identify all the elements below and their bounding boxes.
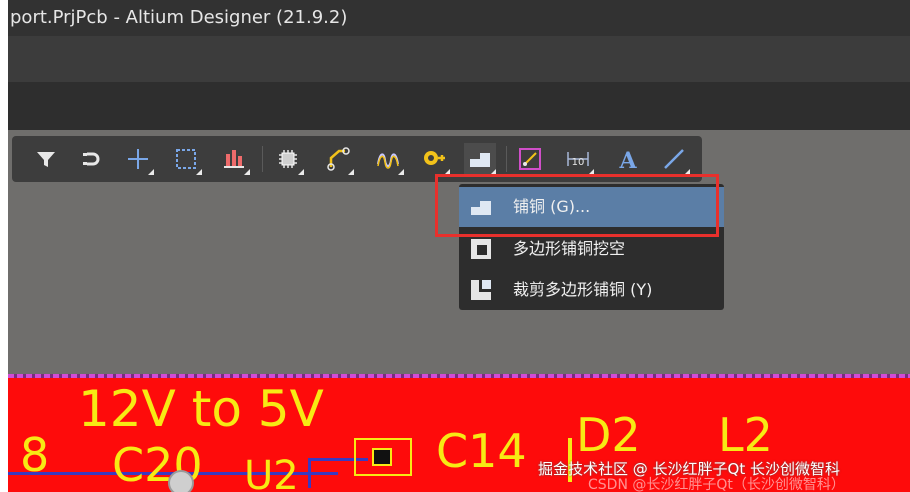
watermark-text: CSDN @长沙红胖子Qt（长沙创微智科） — [588, 477, 845, 492]
silk-ref-d2: D2 — [576, 408, 641, 462]
silk-ref-u2: U2 — [244, 453, 299, 492]
svg-text:A: A — [618, 148, 637, 172]
polygon-pour-button[interactable] — [464, 143, 496, 175]
slice-polygon-icon — [471, 280, 491, 300]
pcb-via — [168, 470, 194, 492]
silk-ref-c14: C14 — [436, 424, 527, 478]
pcb-trace — [308, 458, 311, 488]
menu-item-label: 裁剪多边形铺铜 (Y) — [513, 280, 653, 299]
altium-window: port.PrjPcb - Altium Designer (21.9.2) 1… — [8, 0, 910, 492]
place-via-button[interactable] — [418, 143, 450, 175]
silk-ref-8: 8 — [20, 428, 50, 482]
select-rectangle-button[interactable] — [170, 143, 202, 175]
svg-text:10: 10 — [572, 157, 585, 168]
pcb-board[interactable]: 12V to 5V 8 C20 U2 C14 D2 L2 掘金技术社区 @ 长沙… — [8, 378, 910, 492]
silk-title: 12V to 5V — [78, 380, 324, 438]
dimension-icon — [519, 148, 541, 170]
crosshair-button[interactable] — [122, 143, 154, 175]
net-highlight-button[interactable] — [76, 143, 108, 175]
place-component-button[interactable] — [272, 143, 304, 175]
document-tab-bar — [8, 82, 910, 130]
silk-ref-l2: L2 — [718, 408, 773, 462]
text-icon: A — [618, 148, 637, 172]
window-title: port.PrjPcb - Altium Designer (21.9.2) — [10, 7, 348, 28]
menu-item-slice-polygon[interactable]: 裁剪多边形铺铜 (Y) — [459, 270, 724, 310]
place-dimension-button[interactable] — [514, 143, 546, 175]
polygon-cutout-icon — [471, 239, 491, 259]
net-highlight-icon — [83, 152, 100, 166]
component-pad — [372, 448, 392, 466]
interactive-routing-button[interactable] — [322, 143, 354, 175]
filter-button[interactable] — [30, 143, 62, 175]
place-line-button[interactable] — [658, 143, 690, 175]
menu-bar — [8, 36, 910, 82]
align-button[interactable] — [218, 143, 250, 175]
title-bar: port.PrjPcb - Altium Designer (21.9.2) — [8, 0, 910, 36]
differential-pair-button[interactable] — [372, 143, 404, 175]
annotation-highlight-box — [435, 174, 719, 237]
filter-icon — [37, 152, 55, 167]
place-string-button[interactable]: 10 — [562, 143, 594, 175]
place-text-button[interactable]: A — [612, 143, 644, 175]
